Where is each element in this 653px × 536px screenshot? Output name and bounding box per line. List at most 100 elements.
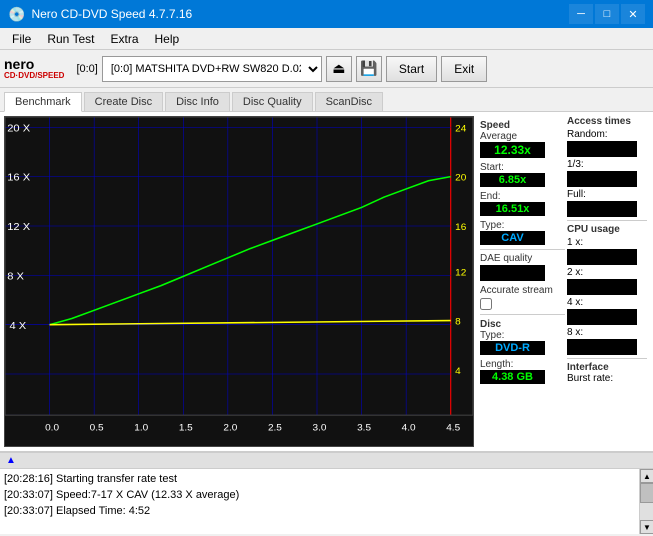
menu-file[interactable]: File xyxy=(4,30,39,48)
scroll-up-button[interactable]: ▲ xyxy=(640,469,653,483)
cpu8x-label: 8 x: xyxy=(567,327,647,338)
drive-label: [0:0] xyxy=(76,63,97,75)
divider1 xyxy=(480,249,565,250)
dae-quality-value xyxy=(480,265,545,281)
menu-extra[interactable]: Extra xyxy=(102,30,146,48)
start-group: Start: 6.85x xyxy=(480,162,565,187)
cpu8x-value xyxy=(567,339,637,355)
cpu4x-value xyxy=(567,309,637,325)
log-scrollbar[interactable]: ▲ ▼ xyxy=(639,469,653,534)
speed-title: Speed xyxy=(480,120,565,131)
menu-help[interactable]: Help xyxy=(147,30,188,48)
scroll-down-button[interactable]: ▼ xyxy=(640,520,653,534)
disc-type-value: DVD-R xyxy=(480,341,545,355)
main-content: 20 X 16 X 12 X 8 X 4 X 24 20 16 12 8 4 0… xyxy=(0,112,653,452)
random-label: Random: xyxy=(567,129,647,140)
access-title: Access times xyxy=(567,116,647,127)
start-label: Start: xyxy=(480,162,565,173)
start-button[interactable]: Start xyxy=(386,56,437,82)
speed-group: Speed Average 12.33x xyxy=(480,120,565,158)
end-group: End: 16.51x xyxy=(480,191,565,216)
burst-rate-label: Burst rate: xyxy=(567,373,647,384)
access-column: Access times Random: 1/3: Full: CPU usag… xyxy=(567,116,647,447)
exit-button[interactable]: Exit xyxy=(441,56,487,82)
tab-disc-quality[interactable]: Disc Quality xyxy=(232,92,313,111)
log-line-2: [20:33:07] Speed:7-17 X CAV (12.33 X ave… xyxy=(4,487,649,503)
app-title: Nero CD-DVD Speed 4.7.7.16 xyxy=(31,7,192,21)
svg-text:8: 8 xyxy=(455,317,461,328)
svg-text:0.5: 0.5 xyxy=(90,423,104,434)
tabs: Benchmark Create Disc Disc Info Disc Qua… xyxy=(0,88,653,112)
dae-quality-group: DAE quality xyxy=(480,253,565,281)
cpu8x-group: 8 x: xyxy=(567,327,647,355)
menu-bar: File Run Test Extra Help xyxy=(0,28,653,50)
cpu1x-value xyxy=(567,249,637,265)
menu-run-test[interactable]: Run Test xyxy=(39,30,102,48)
drive-selector[interactable]: [0:0] MATSHITA DVD+RW SW820 D.02 xyxy=(102,56,322,82)
nero-brand: nero xyxy=(4,57,64,71)
accurate-stream-checkbox[interactable] xyxy=(480,298,492,310)
title-bar: 💿 Nero CD-DVD Speed 4.7.7.16 ─ □ ✕ xyxy=(0,0,653,28)
cpu2x-group: 2 x: xyxy=(567,267,647,295)
cpu2x-value xyxy=(567,279,637,295)
svg-text:3.0: 3.0 xyxy=(313,423,327,434)
disc-length-label: Length: xyxy=(480,359,565,370)
random-group: Random: xyxy=(567,129,647,157)
log-indicator: ▲ xyxy=(6,455,16,466)
minimize-button[interactable]: ─ xyxy=(569,4,593,24)
svg-text:2.5: 2.5 xyxy=(268,423,282,434)
title-bar-left: 💿 Nero CD-DVD Speed 4.7.7.16 xyxy=(8,6,192,23)
cpu1x-label: 1 x: xyxy=(567,237,647,248)
svg-text:3.5: 3.5 xyxy=(357,423,371,434)
disc-section-title: Disc xyxy=(480,319,565,330)
cpu4x-label: 4 x: xyxy=(567,297,647,308)
end-value: 16.51x xyxy=(480,202,545,216)
type-group: Type: CAV xyxy=(480,220,565,245)
svg-text:4: 4 xyxy=(455,366,461,377)
maximize-button[interactable]: □ xyxy=(595,4,619,24)
nero-logo: nero CD·DVD/SPEED xyxy=(4,57,64,80)
log-content: [20:28:16] Starting transfer rate test [… xyxy=(0,469,653,534)
svg-text:0.0: 0.0 xyxy=(45,423,59,434)
close-button[interactable]: ✕ xyxy=(621,4,645,24)
divider2 xyxy=(480,314,565,315)
app-icon: 💿 xyxy=(8,6,25,23)
save-button[interactable]: 💾 xyxy=(356,56,382,82)
type-value: CAV xyxy=(480,231,545,245)
tab-scan-disc[interactable]: ScanDisc xyxy=(315,92,383,111)
tab-benchmark[interactable]: Benchmark xyxy=(4,92,82,112)
tab-disc-info[interactable]: Disc Info xyxy=(165,92,230,111)
svg-text:8 X: 8 X xyxy=(7,271,24,283)
end-label: End: xyxy=(480,191,565,202)
cpu-usage-title: CPU usage xyxy=(567,224,647,235)
toolbar: nero CD·DVD/SPEED [0:0] [0:0] MATSHITA D… xyxy=(0,50,653,88)
disc-type-label: Type: xyxy=(480,330,565,341)
onethird-label: 1/3: xyxy=(567,159,647,170)
disc-length-group: Length: 4.38 GB xyxy=(480,359,565,384)
eject-button[interactable]: ⏏ xyxy=(326,56,352,82)
cpu-divider xyxy=(567,358,647,359)
average-label: Average xyxy=(480,131,565,142)
stats-column: Speed Average 12.33x Start: 6.85x End: 1… xyxy=(480,116,565,447)
scroll-thumb[interactable] xyxy=(640,483,653,503)
disc-length-value: 4.38 GB xyxy=(480,370,545,384)
average-value: 12.33x xyxy=(480,142,545,158)
svg-text:2.0: 2.0 xyxy=(223,423,237,434)
type-label: Type: xyxy=(480,220,565,231)
svg-text:4 X: 4 X xyxy=(9,320,26,332)
random-value xyxy=(567,141,637,157)
svg-text:20 X: 20 X xyxy=(7,123,30,135)
svg-text:12: 12 xyxy=(455,268,466,279)
accurate-stream-checkbox-area xyxy=(480,298,565,310)
disc-type-group: Disc Type: DVD-R xyxy=(480,319,565,355)
log-header: ▲ xyxy=(0,453,653,469)
right-panel: Speed Average 12.33x Start: 6.85x End: 1… xyxy=(478,112,653,451)
svg-text:20: 20 xyxy=(455,173,466,184)
tab-create-disc[interactable]: Create Disc xyxy=(84,92,163,111)
chart-area: 20 X 16 X 12 X 8 X 4 X 24 20 16 12 8 4 0… xyxy=(4,116,474,447)
accurate-stream-group: Accurate stream xyxy=(480,285,565,310)
svg-text:1.5: 1.5 xyxy=(179,423,193,434)
start-value: 6.85x xyxy=(480,173,545,187)
full-group: Full: xyxy=(567,189,647,217)
cpu1x-group: 1 x: xyxy=(567,237,647,265)
